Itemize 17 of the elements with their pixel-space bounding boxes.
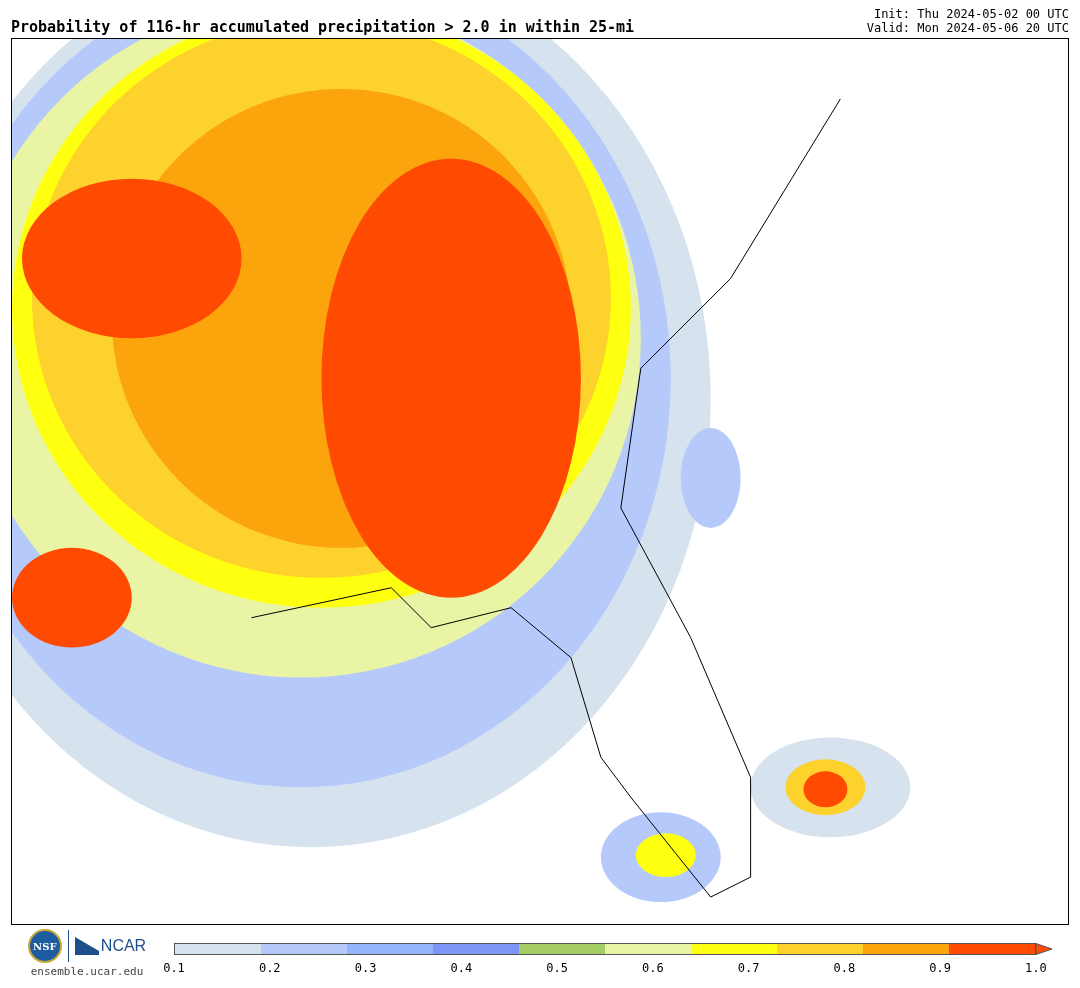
scale-tick-label: 0.9 (928, 960, 952, 977)
scale-tick-label: 0.6 (641, 960, 665, 977)
scale-tick-label: 0.8 (832, 960, 857, 977)
scale-tick-label: 0.4 (449, 960, 474, 977)
scale-tick-label: 0.1 (162, 960, 186, 977)
init-time: Init: Thu 2024-05-02 00 UTC (873, 7, 1069, 21)
scale-tick-label: 1.0 (1024, 960, 1048, 977)
valid-time: Valid: Mon 2024-05-06 20 UTC (866, 21, 1069, 35)
scale-tick-label: 0.5 (545, 960, 569, 977)
scale-tick-label: 0.3 (353, 960, 378, 977)
ncar-mark-icon (74, 937, 99, 955)
ncar-logo: NCAR (100, 936, 147, 956)
scale-tick-label: 0.7 (736, 960, 761, 977)
nsf-logo: NSF (27, 929, 62, 963)
site-url: ensemble.ucar.edu (30, 964, 144, 980)
chart-title: Probability of 116-hr accumulated precipitation > 2.0 in within 25-mi (11, 20, 635, 35)
scale-tick-label: 0.2 (257, 960, 282, 977)
